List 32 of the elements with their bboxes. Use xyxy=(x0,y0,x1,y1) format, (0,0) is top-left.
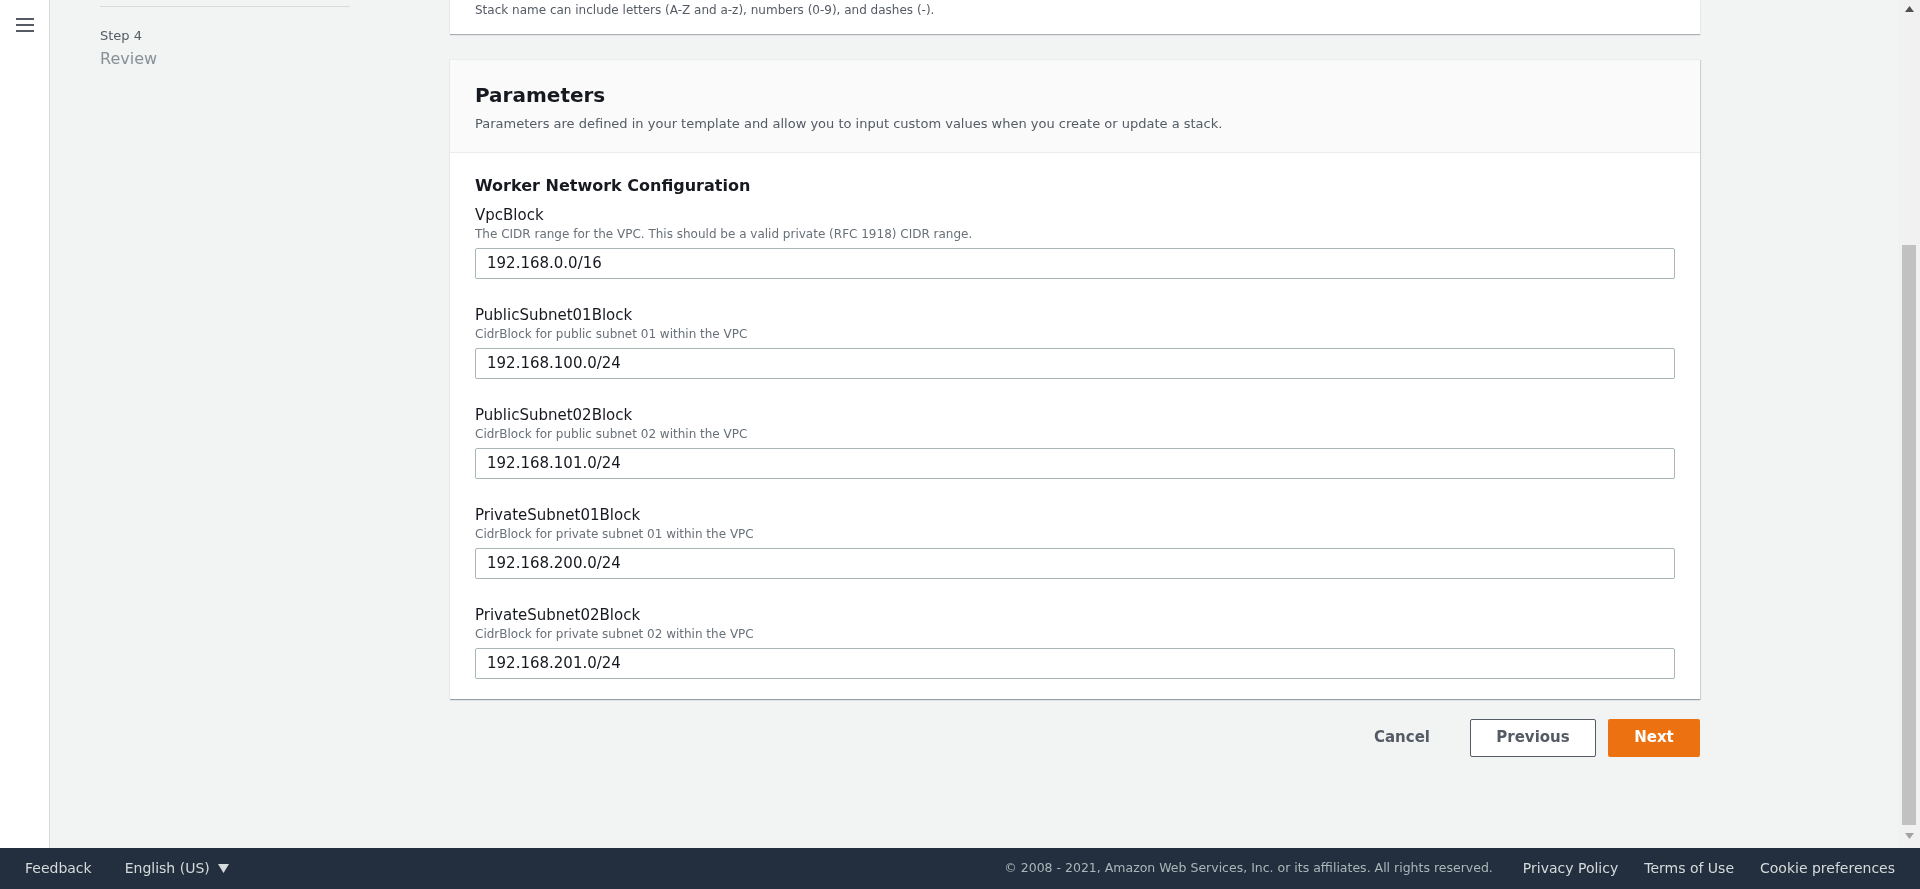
feedback-link[interactable]: Feedback xyxy=(25,858,92,879)
field-description: CidrBlock for private subnet 02 within the VPC xyxy=(475,625,755,642)
language-selector[interactable]: English (US) xyxy=(124,858,229,879)
previous-button[interactable]: Previous xyxy=(1470,718,1596,757)
copyright-text: © 2008 - 2021, Amazon Web Services, Inc. or its affiliates. All rights reserved. xyxy=(1004,859,1493,878)
input-field[interactable]: 192.168.101.0/24 xyxy=(475,447,1675,479)
input-field[interactable]: 192.168.0.0/16 xyxy=(475,247,1675,279)
caret-icon xyxy=(217,864,229,873)
scroll-up-icon[interactable] xyxy=(1904,6,1914,12)
field-description: The CIDR range for the VPC. This should be a valid private (RFC 1918) CIDR range. xyxy=(475,225,974,242)
field-label: PrivateSubnet02Block xyxy=(475,604,642,625)
field-label: PublicSubnet01Block xyxy=(475,304,634,325)
menu-icon[interactable] xyxy=(15,17,34,33)
input-field[interactable]: 192.168.201.0/24 xyxy=(475,647,1675,679)
footer-link[interactable]: Cookie preferences xyxy=(1760,858,1895,879)
field-description: CidrBlock for public subnet 02 within the VPC xyxy=(475,425,749,442)
section-title: Parameters xyxy=(475,82,607,108)
footer-link[interactable]: Privacy Policy xyxy=(1522,858,1619,879)
field-description: CidrBlock for public subnet 01 within the VPC xyxy=(475,325,749,342)
input-field[interactable]: 192.168.100.0/24 xyxy=(475,347,1675,379)
section-description: Parameters are defined in your template and allow you to input custom values when you create or update a stack. xyxy=(475,115,1224,133)
field-description: CidrBlock for private subnet 01 within the VPC xyxy=(475,525,755,542)
field-label: PublicSubnet02Block xyxy=(475,404,634,425)
hint-text: Stack name can include letters (A-Z and a-z), numbers (0-9), and dashes (-). xyxy=(475,2,935,18)
step-number: Step 4 xyxy=(100,27,143,45)
input-field[interactable]: 192.168.200.0/24 xyxy=(475,547,1675,579)
field-label: PrivateSubnet01Block xyxy=(475,504,642,525)
footer-link[interactable]: Terms of Use xyxy=(1644,858,1734,879)
field-label: VpcBlock xyxy=(475,204,545,225)
cancel-link[interactable]: Cancel xyxy=(1354,719,1450,756)
group-title: Worker Network Configuration xyxy=(475,174,752,197)
scrollbar-thumb[interactable] xyxy=(1902,245,1916,825)
